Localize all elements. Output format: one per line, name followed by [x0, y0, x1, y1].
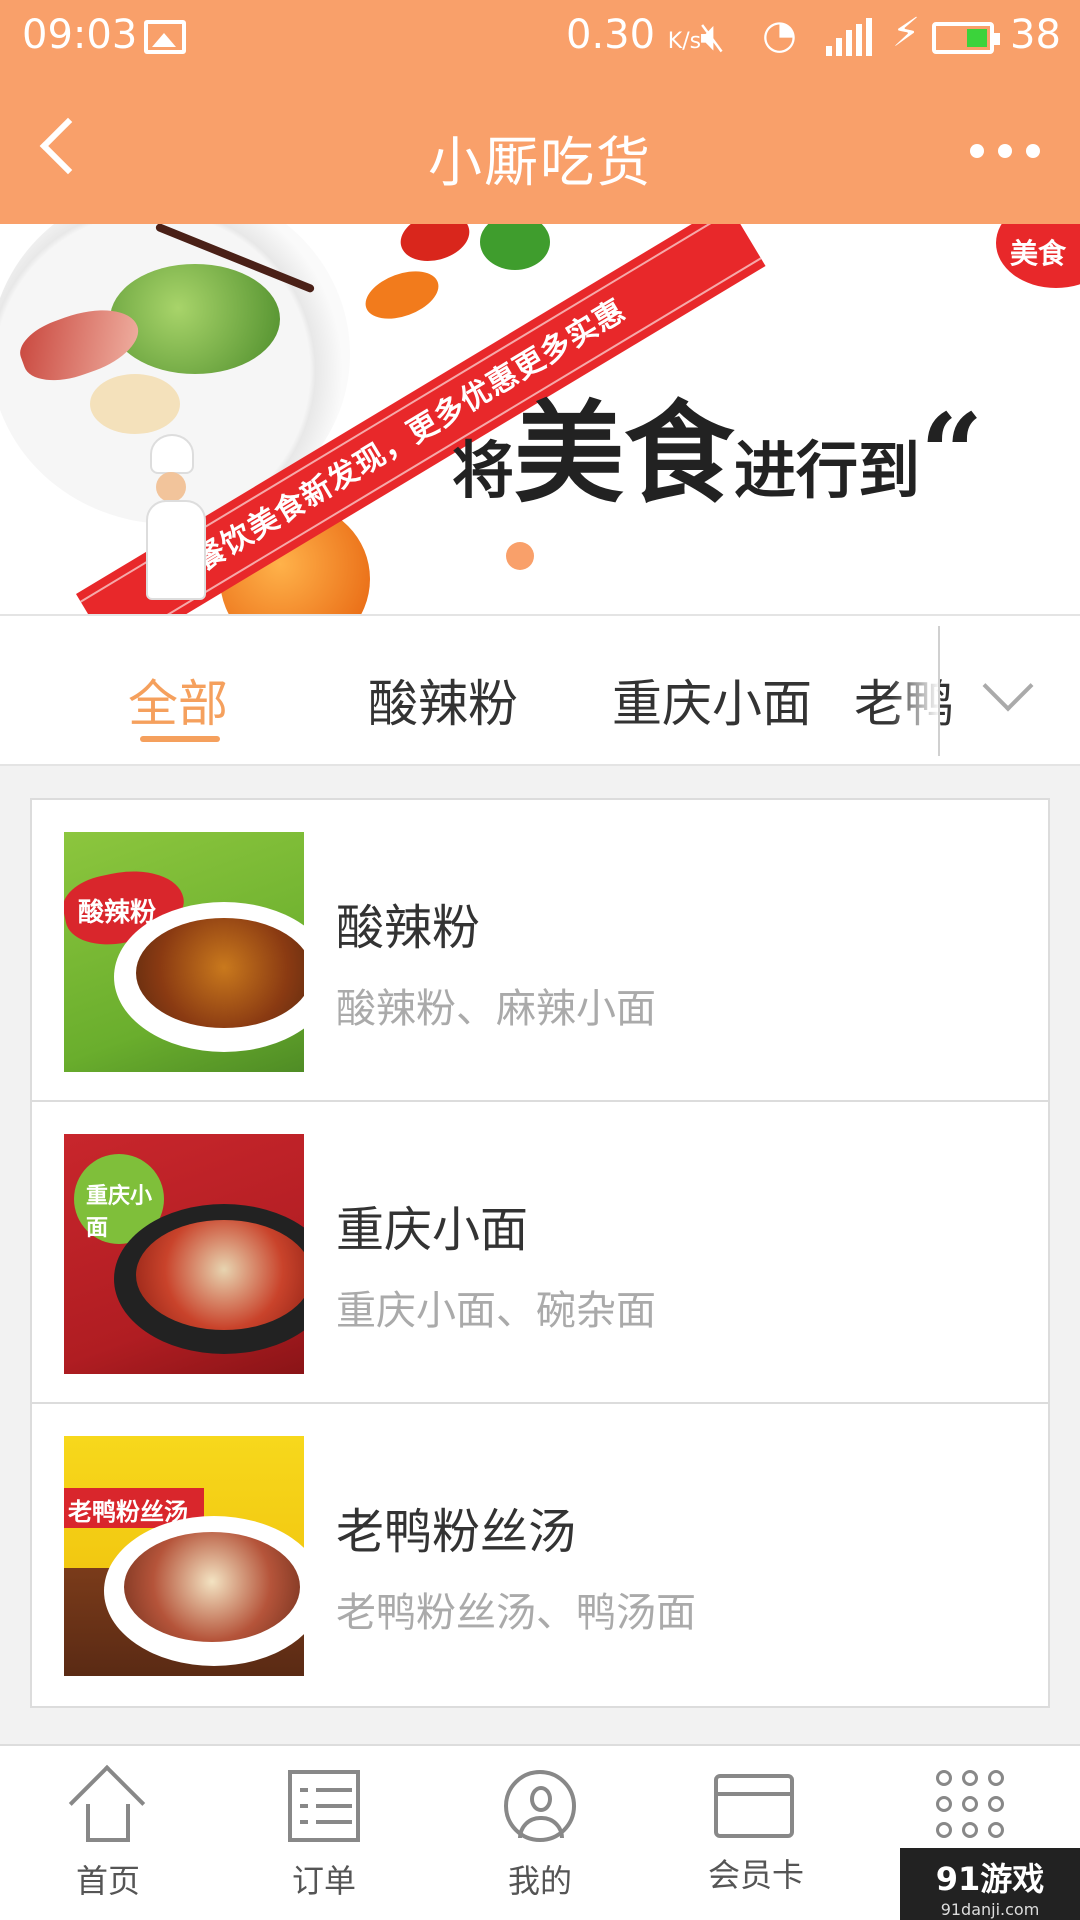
- mute-icon: 🔇︎: [700, 14, 726, 60]
- item-thumbnail-tag: 重庆小面: [86, 1184, 153, 1241]
- network-speed: 0.30 K/s: [566, 12, 701, 58]
- nav-orders[interactable]: 订单: [216, 1746, 432, 1920]
- nav-member-card[interactable]: 会员卡: [648, 1746, 864, 1920]
- item-thumbnail: 老鸭粉丝汤: [64, 1436, 304, 1676]
- banner-scallop: [90, 374, 180, 434]
- gallery-notification-icon: [144, 20, 186, 54]
- list-item[interactable]: 酸辣粉 酸辣粉 酸辣粉、麻辣小面: [32, 800, 1048, 1102]
- banner-pepper-orange: [359, 262, 445, 328]
- slogan-part-2: 美食: [514, 389, 735, 518]
- item-subtitle: 重庆小面、碗杂面: [336, 1288, 656, 1334]
- status-time: 09:03: [22, 12, 138, 58]
- app-root: 09:03 0.30 K/s 🔇︎ ◔ ⚡︎ 38 小厮吃货 餐饮美食新发现，更…: [0, 0, 1080, 1920]
- nav-mine-label: 我的: [507, 1862, 572, 1900]
- item-title: 酸辣粉: [336, 900, 481, 956]
- nav-orders-label: 订单: [291, 1862, 356, 1900]
- nav-home[interactable]: 首页: [0, 1746, 216, 1920]
- banner-badge: 美食: [996, 224, 1080, 288]
- item-thumbnail-tag: 酸辣粉: [78, 898, 157, 928]
- item-title: 老鸭粉丝汤: [336, 1504, 577, 1560]
- slogan-quote: “: [920, 389, 984, 518]
- thumb-food: [124, 1532, 300, 1642]
- thumb-food: [136, 918, 304, 1028]
- item-subtitle: 酸辣粉、麻辣小面: [336, 986, 656, 1032]
- orders-list-icon: [288, 1770, 360, 1842]
- chef-illustration: [140, 434, 230, 604]
- site-watermark: 91游戏 91danji.com: [900, 1848, 1080, 1920]
- item-thumbnail: 酸辣粉: [64, 832, 304, 1072]
- network-speed-unit: K/s: [667, 29, 702, 54]
- more-icon[interactable]: [970, 142, 1070, 162]
- watermark-url: 91danji.com: [940, 1900, 1040, 1919]
- tabs-divider: [938, 626, 940, 756]
- chevron-down-icon[interactable]: [982, 660, 1034, 712]
- item-thumbnail-tag: 老鸭粉丝汤: [68, 1498, 188, 1526]
- slogan-part-1: 将: [452, 434, 515, 507]
- store-list: 酸辣粉 酸辣粉 酸辣粉、麻辣小面 重庆小面 重庆小面 重庆小面、碗杂面 老鸭粉丝…: [30, 798, 1050, 1708]
- active-tab-indicator: [140, 736, 220, 742]
- thumb-food: [136, 1220, 304, 1330]
- network-speed-value: 0.30: [566, 12, 656, 58]
- promo-banner[interactable]: 餐饮美食新发现，更多优惠更多实惠 将美食进行到“​ 美食: [0, 224, 1080, 614]
- list-item[interactable]: 老鸭粉丝汤 老鸭粉丝汤 老鸭粉丝汤、鸭汤面: [32, 1404, 1048, 1706]
- grid-icon: [936, 1770, 1008, 1842]
- nav-member-card-label: 会员卡: [707, 1856, 804, 1894]
- tab-all[interactable]: 全部: [128, 664, 228, 736]
- banner-page-indicator: [506, 542, 534, 570]
- tab-suanlafen[interactable]: 酸辣粉: [368, 664, 518, 736]
- banner-salad: [110, 264, 280, 374]
- profile-icon: [504, 1770, 576, 1842]
- nav-mine[interactable]: 我的: [432, 1746, 648, 1920]
- tab-chongqing-noodles[interactable]: 重庆小面: [612, 664, 812, 736]
- app-header: 小厮吃货: [0, 78, 1080, 224]
- item-subtitle: 老鸭粉丝汤、鸭汤面: [336, 1590, 696, 1636]
- banner-pepper-red: [395, 224, 475, 269]
- signal-icon: [826, 18, 876, 56]
- battery-icon: [932, 22, 1000, 54]
- wifi-icon: ◔: [762, 12, 797, 58]
- tabs-fade: [890, 616, 940, 764]
- member-card-icon: [714, 1774, 794, 1838]
- banner-slogan: 将美食进行到“​: [452, 364, 983, 524]
- list-item[interactable]: 重庆小面 重庆小面 重庆小面、碗杂面: [32, 1102, 1048, 1404]
- charging-icon: ⚡︎: [892, 10, 921, 56]
- banner-pepper-green: [480, 224, 550, 270]
- category-tabs: 全部 酸辣粉 重庆小面 老鸭: [0, 614, 1080, 766]
- status-bar: 09:03 0.30 K/s 🔇︎ ◔ ⚡︎ 38: [0, 0, 1080, 78]
- item-thumbnail: 重庆小面: [64, 1134, 304, 1374]
- home-icon: [68, 1764, 146, 1842]
- battery-level: 38: [1010, 12, 1061, 58]
- watermark-brand: 91游戏: [935, 1860, 1045, 1898]
- item-title: 重庆小面: [336, 1202, 529, 1258]
- page-title: 小厮吃货: [428, 131, 652, 194]
- nav-home-label: 首页: [75, 1862, 140, 1900]
- slogan-part-3: 进行到: [734, 434, 921, 507]
